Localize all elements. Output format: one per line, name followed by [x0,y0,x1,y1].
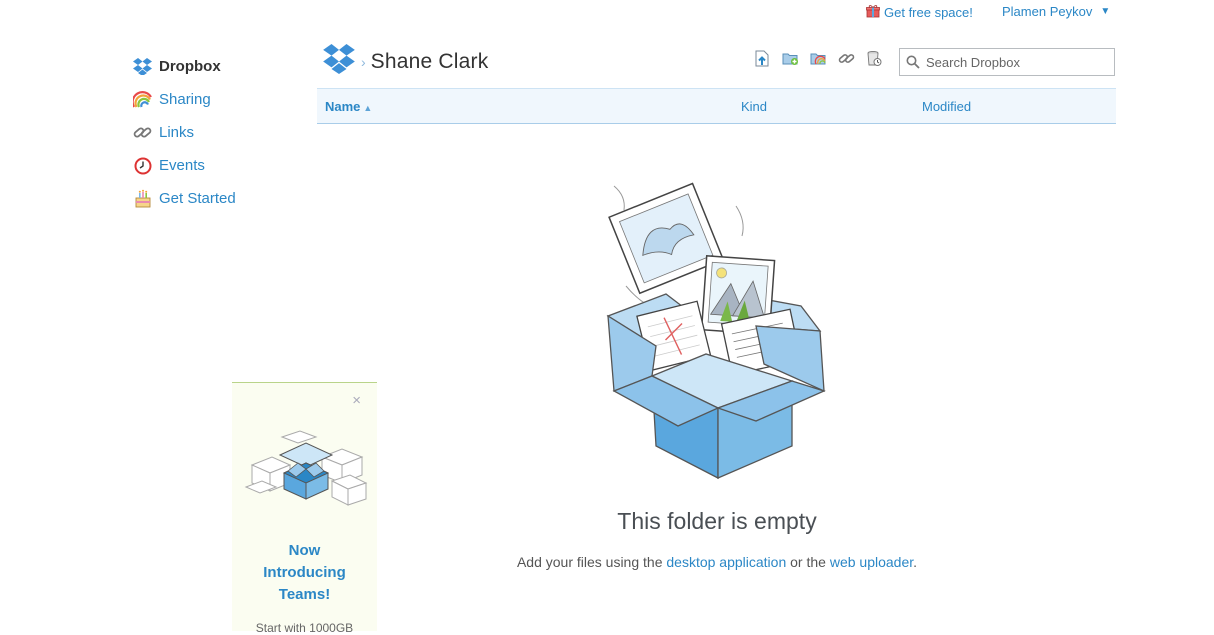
folder-toolbar [753,50,883,72]
promo-line-3: Teams! [278,586,331,603]
shared-folder-icon [810,51,827,71]
get-link-button[interactable] [837,52,855,70]
sidebar-item-links[interactable]: Links [133,116,303,149]
sidebar-item-label: Links [159,124,195,141]
rainbow-icon [133,90,152,109]
search-input[interactable] [926,54,1106,70]
clock-icon [133,156,152,175]
get-free-space-link[interactable]: Get free space! [866,4,973,21]
promo-line-1: Now [288,542,321,559]
dropbox-icon [133,57,152,76]
promo-line-2: Introducing [263,564,346,581]
empty-folder-message: Add your files using the desktop applica… [447,554,987,570]
link-icon [133,123,152,142]
column-modified[interactable]: Modified [922,99,971,114]
empty-folder-illustration [596,176,836,486]
cake-icon [133,189,152,208]
sidebar-item-label: Dropbox [159,58,221,75]
sidebar-item-label: Events [159,157,205,174]
sidebar-item-label: Get Started [159,190,236,207]
link-icon [838,51,855,71]
file-list-header: Name ▲ Kind Modified [317,88,1116,124]
empty-text-after: . [913,554,918,570]
teams-promo-panel: × Now Introducing Teams! Start with 1000… [232,382,377,635]
show-deleted-files-button[interactable] [865,50,883,72]
upload-button[interactable] [753,50,771,72]
empty-text-before: Add your files using the [516,554,667,570]
top-bar: Get free space! Plamen Peykov ▼ [0,4,1214,24]
folder-header: › Shane Clark [322,44,1117,80]
new-folder-button[interactable] [781,52,799,70]
sort-ascending-icon: ▲ [363,103,373,113]
search-icon [906,55,920,69]
user-name: Plamen Peykov [1002,4,1093,19]
sidebar-item-sharing[interactable]: Sharing [133,83,303,116]
sidebar-item-events[interactable]: Events [133,149,303,182]
new-folder-icon [782,51,799,71]
column-name[interactable]: Name ▲ [325,99,372,114]
upload-icon [754,50,770,72]
sidebar-item-dropbox[interactable]: Dropbox [133,50,303,83]
chevron-down-icon: ▼ [1100,6,1111,17]
close-icon[interactable]: × [352,392,361,409]
user-menu[interactable]: Plamen Peykov ▼ [1002,4,1110,19]
search-box [899,48,1115,76]
empty-folder-title: This folder is empty [617,508,817,534]
web-uploader-link[interactable]: web uploader [830,554,913,570]
get-free-space-label: Get free space! [884,5,973,20]
promo-headline[interactable]: Now Introducing Teams! [232,540,377,606]
sidebar-item-get-started[interactable]: Get Started [133,182,303,215]
dropbox-logo-icon[interactable] [322,44,356,79]
page-title: Shane Clark [370,49,489,73]
desktop-application-link[interactable]: desktop application [666,554,786,570]
empty-text-middle: or the [786,554,830,570]
share-folder-button[interactable] [809,52,827,70]
promo-note: Start with 1000GB [255,621,354,635]
boxes-illustration [242,425,370,513]
breadcrumb-separator: › [361,53,366,70]
column-name-label: Name [325,99,361,114]
deleted-files-icon [866,50,882,72]
breadcrumb: › Shane Clark [322,44,488,79]
gift-icon [866,4,880,21]
sidebar-item-label: Sharing [159,91,211,108]
column-kind[interactable]: Kind [741,99,767,114]
sidebar: Dropbox Sharing Links Events Get Started [133,50,303,215]
